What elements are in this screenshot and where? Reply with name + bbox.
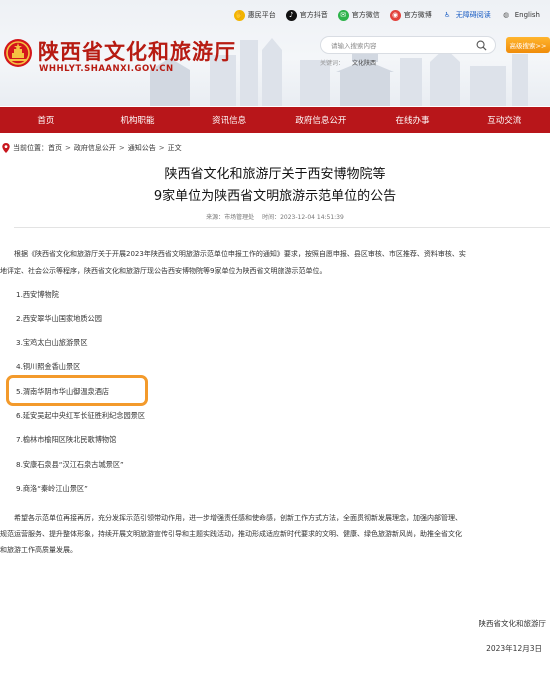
weibo-icon: ◉	[389, 9, 401, 21]
article-source: 来源：市场管理处	[206, 214, 255, 221]
search-box	[320, 36, 496, 54]
article-title-line-1: 陕西省文化和旅游厅关于西安博物院等	[164, 167, 386, 182]
closing-paragraph-line-1: 希望各示范单位再接再厉，充分发挥示范引领带动作用，进一步增强责任感和使命感，创新…	[14, 514, 462, 522]
unit-list-item: 1.西安博物院	[16, 290, 59, 299]
breadcrumb-prefix: 当前位置：	[13, 144, 48, 152]
search-input[interactable]	[331, 40, 471, 51]
globe-icon: ◍	[503, 11, 510, 19]
national-emblem-logo	[4, 39, 32, 67]
closing-paragraph-line-2: 规范运营服务、提升整体形象，持续开展文明旅游宣传引导和主题实践活动，推动形成适应…	[0, 530, 462, 538]
breadcrumb-item-3: 正文	[167, 144, 182, 152]
intro-paragraph-line-2: 地评定、社会公示等程序，陕西省文化和旅游厅现公告西安博物院等9家单位为陕西省文明…	[0, 267, 327, 275]
top-link-label: 官方微博	[403, 11, 432, 19]
hot-words-label: 关键词：	[320, 60, 345, 67]
advanced-search-button[interactable]: 高级搜索>>	[506, 37, 550, 53]
hot-word-link[interactable]: 文化陕西	[352, 60, 376, 67]
unit-list-item: 6.延安吴起中央红军长征胜利纪念园景区	[16, 411, 146, 420]
location-pin-icon	[2, 143, 10, 153]
article-meta: 来源：市场管理处 时间：2023-12-04 14:51:39	[0, 212, 550, 221]
highlight-box	[6, 375, 148, 406]
signature-organization: 陕西省文化和旅游厅	[478, 619, 547, 628]
breadcrumb: 当前位置： 首页 > 政府信息公开 > 通知公告 > 正文	[2, 142, 182, 154]
top-link-globe[interactable]: ◍ English	[501, 10, 540, 21]
nav-item-4[interactable]: 在线办事	[367, 107, 459, 133]
search-hot-words: 关键词： 文化陕西	[320, 58, 388, 67]
search-icon[interactable]	[476, 40, 487, 51]
site-header: ✋ 惠民平台 ♪ 官方抖音 ✉ 官方微信 ◉ 官方微博 ♿ 无障碍阅读 ◍ English 陕西省文化…	[0, 0, 550, 106]
unit-list-item: 2.西安翠华山国家地质公园	[16, 314, 102, 323]
top-links-bar: ✋ 惠民平台 ♪ 官方抖音 ✉ 官方微信 ◉ 官方微博 ♿ 无障碍阅读 ◍ English	[233, 8, 550, 22]
signature-date: 2023年12月3日	[486, 644, 542, 653]
nav-item-3[interactable]: 政府信息公开	[275, 107, 367, 133]
nav-item-5[interactable]: 互动交流	[458, 107, 550, 133]
nav-item-2[interactable]: 资讯信息	[183, 107, 275, 133]
unit-list-item: 4.铜川照金香山景区	[16, 362, 81, 371]
unit-list-item: 7.榆林市榆阳区陕北民歌博物馆	[16, 435, 117, 444]
breadcrumb-item-1[interactable]: 政府信息公开	[74, 143, 116, 153]
unit-list-item: 9.商洛“秦岭江山景区”	[16, 484, 88, 493]
accessibility-icon: ♿	[444, 11, 451, 19]
top-link-label: 官方微信	[351, 11, 380, 19]
closing-paragraph-line-3: 和旅游工作高质量发展。	[0, 546, 77, 554]
breadcrumb-separator: >	[65, 144, 71, 152]
site-title[interactable]: 陕西省文化和旅游厅	[38, 36, 236, 66]
top-link-hand[interactable]: ✋ 惠民平台	[233, 9, 276, 21]
top-link-label: English	[514, 11, 540, 19]
intro-paragraph-line-1: 根据《陕西省文化和旅游厅关于开展2023年陕西省文明旅游示范单位申报工作的通知》…	[14, 250, 466, 258]
article-title-line-2: 9家单位为陕西省文明旅游示范单位的公告	[153, 189, 397, 204]
wechat-icon: ✉	[337, 9, 349, 21]
top-link-label: 惠民平台	[247, 11, 276, 19]
tiktok-icon: ♪	[285, 9, 297, 21]
unit-list-item: 3.宝鸡太白山旅游景区	[16, 338, 88, 347]
unit-list-item: 8.安康石泉县“汉江石泉古城景区”	[16, 460, 124, 469]
top-link-wechat[interactable]: ✉ 官方微信	[337, 9, 380, 21]
top-link-accessibility[interactable]: ♿ 无障碍阅读	[442, 10, 491, 21]
breadcrumb-item-0[interactable]: 首页	[48, 143, 62, 153]
hand-icon: ✋	[233, 9, 245, 21]
article-time: 时间：2023-12-04 14:51:39	[262, 214, 344, 221]
breadcrumb-separator: >	[158, 144, 165, 152]
breadcrumb-separator: >	[118, 144, 125, 152]
breadcrumb-item-2[interactable]: 通知公告	[128, 143, 156, 153]
title-divider	[14, 227, 550, 228]
nav-item-1[interactable]: 机构职能	[92, 107, 184, 133]
site-url: WHHLYT.SHAANXI.GOV.CN	[39, 64, 174, 74]
nav-item-0[interactable]: 首页	[0, 107, 92, 133]
top-link-label: 无障碍阅读	[455, 11, 491, 19]
top-link-label: 官方抖音	[299, 11, 328, 19]
main-nav: 首页 机构职能 资讯信息 政府信息公开 在线办事 互动交流	[0, 107, 550, 133]
top-link-weibo[interactable]: ◉ 官方微博	[389, 9, 432, 21]
top-link-tiktok[interactable]: ♪ 官方抖音	[285, 9, 328, 21]
